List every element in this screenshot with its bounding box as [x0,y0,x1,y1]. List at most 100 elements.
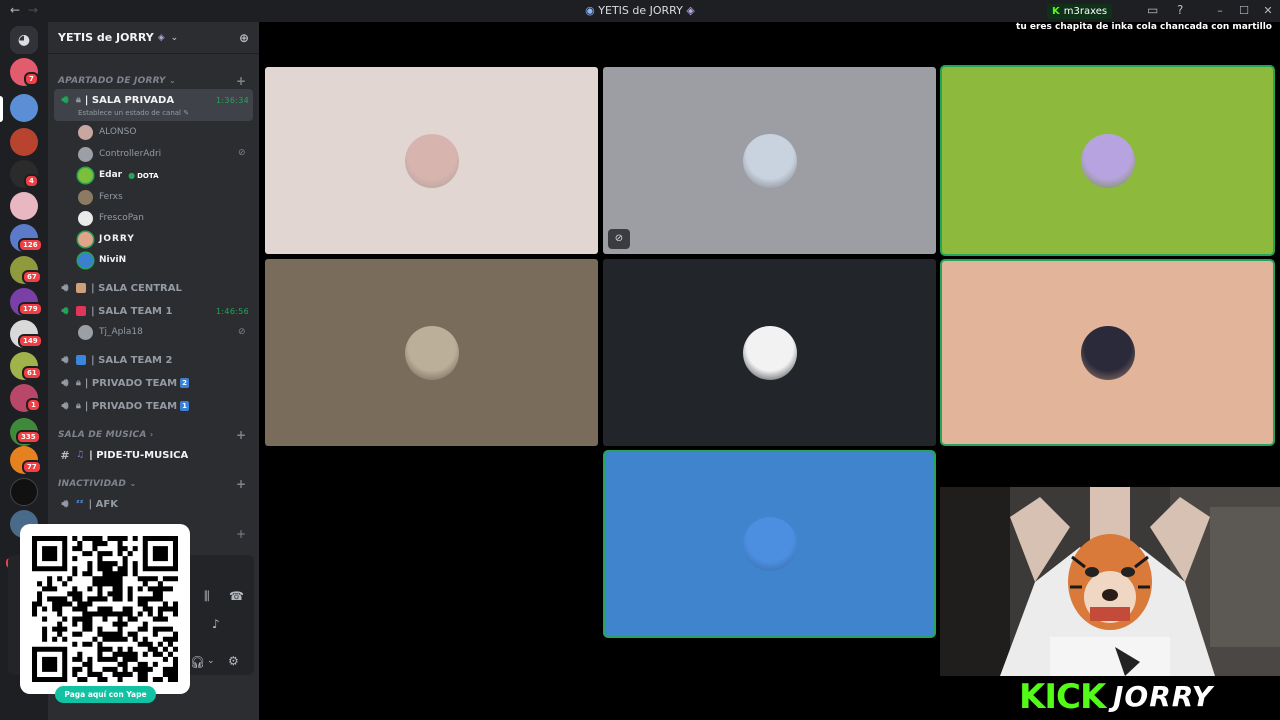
unread-badge: 335 [16,430,41,444]
close-button[interactable]: ✕ [1256,0,1280,22]
category-inactividad[interactable]: INACTIVIDAD ⌄ + [58,477,248,491]
voice-user-nivin[interactable]: NiviN [78,251,126,269]
kick-logo: KICK [1019,677,1106,717]
voice-channel-privado-team2[interactable]: 🔊︎ 🔒︎ | PRIVADO TEAM 2 [54,373,253,393]
noise-suppression-icon[interactable]: ⫼ [204,589,210,604]
voice-channel-privado-team1[interactable]: 🔊︎ 🔒︎ | PRIVADO TEAM 1 [54,396,253,416]
avatar [78,124,93,140]
unread-badge: 1 [26,398,41,412]
voice-user-edar[interactable]: Edar ● DOTA [78,166,159,184]
voice-user-alonso[interactable]: ALONSO [78,123,136,141]
help-icon[interactable]: ? [1177,3,1183,17]
voice-user-frescopan[interactable]: FrescoPan [78,209,144,227]
video-tile-frescopan[interactable] [603,259,936,446]
channel-name: | SALA CENTRAL [91,282,182,294]
hash-icon: # [60,448,70,462]
pencil-icon: ✎ [183,109,190,117]
voice-channel-sala-team1[interactable]: 🔊︎ | SALA TEAM 1 1:46:56 [54,301,253,321]
channel-status[interactable]: Establece un estado de canal ✎ [78,109,189,117]
settings-gear-icon[interactable]: ⚙ [228,654,239,668]
avatar [78,324,93,340]
streamer-name: JORRY [1113,680,1214,713]
voice-channel-afk[interactable]: 🔊︎ ᶻᶻ | AFK [54,494,253,514]
unread-badge: 7 [24,72,39,86]
user-name: JORRY [99,234,135,244]
voice-user-ferxs[interactable]: Ferxs [78,188,123,206]
yape-pay-label: Paga aquí con Yape [55,686,156,703]
invite-people-icon[interactable]: ⊕ [239,31,249,45]
qr-code [32,536,178,682]
voice-channel-sala-team2[interactable]: 🔊︎ | SALA TEAM 2 [54,350,253,370]
participant-avatar [1080,325,1135,380]
participant-avatar [404,133,459,188]
soundboard-icon[interactable]: ♪ [212,617,220,631]
channel-name: | PRIVADO TEAM [84,400,178,412]
disconnect-icon[interactable]: ☎ [229,589,244,603]
voice-user-tj-apla18[interactable]: Tj_Apla18 [78,323,143,341]
video-tile-ferxs[interactable] [265,259,598,446]
video-tile-edar[interactable] [942,67,1273,254]
add-channel-icon[interactable]: + [236,74,246,88]
lock-icon: 🔒︎ [76,378,81,388]
unread-badge: 126 [18,238,43,252]
voice-channel-sala-central[interactable]: 🔊︎ | SALA CENTRAL [54,278,253,298]
add-channel-icon[interactable]: + [236,527,246,541]
participant-avatar [742,133,797,188]
activity-name: DOTA [137,171,159,180]
avatar [78,167,93,183]
minimize-button[interactable]: – [1208,0,1232,22]
add-channel-icon[interactable]: + [236,428,246,442]
unread-badge: 77 [22,460,42,474]
speaker-icon: 🔊︎ [61,399,69,412]
voice-user-jorry[interactable]: JORRY [78,230,135,248]
avatar [78,189,93,205]
video-tile-controlleradri[interactable]: ⊘ [603,67,936,254]
voice-channel-sala-privada[interactable]: 🔊︎ 🔒︎ | SALA PRIVADA 1:36:34 [54,90,253,110]
headphones-icon[interactable]: 🎧︎ [190,655,205,669]
qr-finder-pattern [32,646,68,682]
server-badge-icon: ◈ [686,4,695,17]
webcam-overlay [940,487,1280,676]
participant-avatar [404,325,459,380]
server-boost-icon: ◈ [157,32,165,43]
mic-muted-icon: ⊘ [238,148,246,158]
kick-username-text: m3raxes [1063,6,1108,17]
avatar [78,146,93,162]
channel-name: | AFK [88,498,118,510]
maximize-button[interactable]: ☐ [1232,0,1256,22]
inbox-icon[interactable]: ▭ [1147,3,1158,17]
call-timer: 1:36:34 [216,95,249,105]
window-controls: – ☐ ✕ [1208,0,1280,22]
user-name: Ferxs [99,192,123,202]
zzz-icon: ᶻᶻ [76,499,84,509]
category-musica[interactable]: SALA DE MUSICA › + [58,428,248,442]
category-apartado[interactable]: APARTADO DE JORRY ⌄ + [58,74,248,88]
participant-avatar [742,517,797,571]
chevron-down-icon[interactable]: ⌄ [207,656,215,666]
server-icon-yetis[interactable] [10,94,38,122]
speaker-icon: 🔊︎ [61,93,69,106]
server-icon[interactable] [10,128,38,156]
server-name: YETIS de JORRY [58,31,154,44]
number-badge: 1 [180,401,189,411]
speaker-icon: 🔊︎ [61,304,69,317]
server-icon[interactable] [10,192,38,220]
house-icon [76,283,86,293]
mic-muted-icon: ⊘ [238,327,246,337]
video-tile-nivin[interactable] [605,452,934,636]
qr-finder-pattern [142,536,178,572]
video-tile-alonso[interactable] [265,67,598,254]
activity-badge: ● DOTA [128,171,158,180]
speaker-icon: 🔊︎ [61,497,69,510]
voice-user-controlleradri[interactable]: ControllerAdri [78,145,161,163]
unread-badge: 4 [24,174,39,188]
add-channel-icon[interactable]: + [236,477,246,491]
server-icon[interactable] [10,478,38,506]
category-label: INACTIVIDAD [58,479,127,489]
unread-badge: 67 [22,270,42,284]
video-tile-jorry[interactable] [942,261,1273,444]
server-header[interactable]: YETIS de JORRY ◈ ⌄ ⊕ [48,22,259,54]
discord-home-icon[interactable]: ◕ [10,26,38,54]
text-channel-pide-tu-musica[interactable]: # ♫ | PIDE-TU-MUSICA [54,445,253,465]
user-name: ControllerAdri [99,149,162,159]
